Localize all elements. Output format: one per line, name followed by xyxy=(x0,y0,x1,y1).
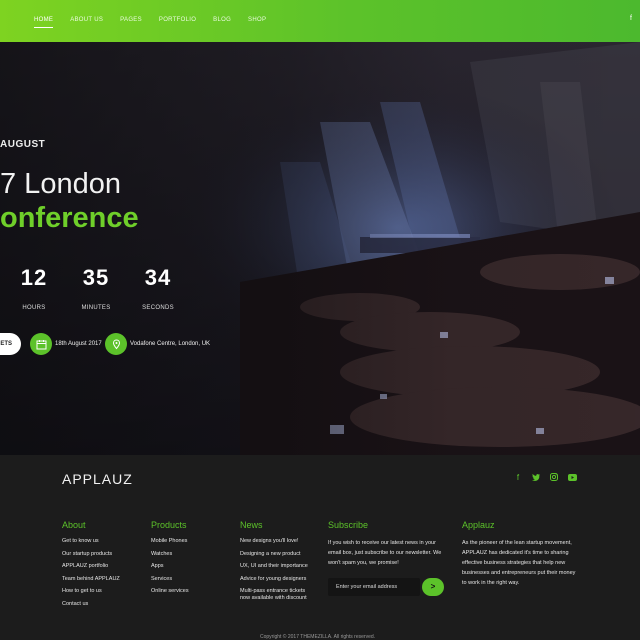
countdown-seconds-value: 34 xyxy=(144,265,172,290)
nav-blog[interactable]: BLOG xyxy=(213,17,231,23)
footer-link[interactable]: Watches xyxy=(151,551,189,557)
nav-shop[interactable]: SHOP xyxy=(248,17,266,23)
footer-social-links: f xyxy=(513,472,577,482)
event-venue: Vodafone Centre, London, UK xyxy=(130,341,211,347)
footer-link[interactable]: Online services xyxy=(151,588,189,594)
venue-icon xyxy=(105,333,127,355)
footer-about-column: About Get to know us Our startup product… xyxy=(62,520,120,614)
copyright-text: Copyright © 2017 THEMEZILLA. All rights … xyxy=(260,634,376,640)
footer-link[interactable]: Team behind APPLAUZ xyxy=(62,576,120,582)
footer-link[interactable]: Our startup products xyxy=(62,551,120,557)
footer-link[interactable]: Mobile Phones xyxy=(151,538,189,544)
countdown-minutes-label: MINUTES xyxy=(81,305,111,311)
countdown-minutes-value: 35 xyxy=(82,265,110,290)
facebook-icon[interactable]: f xyxy=(513,472,523,482)
footer-link[interactable]: How to get to us xyxy=(62,588,120,594)
hero-title-line1: 7 London xyxy=(0,168,121,200)
nav-portfolio[interactable]: PORTFOLIO xyxy=(159,17,196,23)
footer-link[interactable]: Services xyxy=(151,576,189,582)
footer-subscribe-column: Subscribe If you wish to receive our lat… xyxy=(328,520,443,568)
footer-link[interactable]: Contact us xyxy=(62,601,120,607)
news-link[interactable]: Advice for young designers xyxy=(240,576,308,582)
countdown-seconds-label: SECONDS xyxy=(142,305,174,311)
footer-news-heading: News xyxy=(240,520,263,530)
nav-pages[interactable]: PAGES xyxy=(120,17,142,23)
event-date: 18th August 2017 xyxy=(55,341,102,347)
top-navigation-bar: HOME ABOUT US PAGES PORTFOLIO BLOG SHOP … xyxy=(0,0,640,42)
footer-link[interactable]: Get to know us xyxy=(62,538,120,544)
youtube-icon[interactable] xyxy=(567,472,577,482)
footer-news-column: News New designs you'll love! Designing … xyxy=(240,520,308,608)
footer-applauz-heading: Applauz xyxy=(462,520,495,530)
buy-tickets-button[interactable]: ETS xyxy=(0,333,21,355)
footer-about-heading: About xyxy=(62,520,86,530)
facebook-icon[interactable]: f xyxy=(630,15,632,22)
footer-products-heading: Products xyxy=(151,520,187,530)
main-menu: HOME ABOUT US PAGES PORTFOLIO BLOG SHOP xyxy=(34,17,283,28)
countdown-seconds: 34 SECONDS xyxy=(128,265,188,311)
email-field[interactable] xyxy=(328,578,420,596)
countdown-minutes: 35 MINUTES xyxy=(66,265,126,311)
hero-title-line2: onference xyxy=(0,202,139,234)
hero-section: AUGUST 7 London onference 12 HOURS 35 MI… xyxy=(0,42,640,455)
footer-products-column: Products Mobile Phones Watches Apps Serv… xyxy=(151,520,189,601)
site-footer: APPLAUZ f About Get to know us Our start… xyxy=(0,455,640,640)
news-link[interactable]: New designs you'll love! xyxy=(240,538,308,544)
news-link[interactable]: now available with discount xyxy=(240,595,308,601)
event-date-heading: AUGUST xyxy=(0,139,46,150)
applauz-description: As the pioneer of the lean startup movem… xyxy=(462,540,576,586)
subscribe-form: > xyxy=(328,578,444,596)
footer-applauz-column: Applauz As the pioneer of the lean start… xyxy=(462,520,580,588)
news-link[interactable]: Multi-pass entrance tickets xyxy=(240,588,308,594)
countdown-hours: 12 HOURS xyxy=(4,265,64,311)
countdown-hours-label: HOURS xyxy=(22,305,46,311)
instagram-icon[interactable] xyxy=(549,472,559,482)
nav-about-us[interactable]: ABOUT US xyxy=(70,17,103,23)
nav-home[interactable]: HOME xyxy=(34,17,54,28)
footer-logo[interactable]: APPLAUZ xyxy=(62,471,133,487)
footer-subscribe-heading: Subscribe xyxy=(328,520,369,530)
countdown-hours-value: 12 xyxy=(20,265,48,290)
calendar-icon xyxy=(30,333,52,355)
hero-overlay xyxy=(0,42,640,455)
news-link[interactable]: UX, UI and their importance xyxy=(240,563,308,569)
news-link[interactable]: Designing a new product xyxy=(240,551,308,557)
footer-link[interactable]: APPLAUZ portfolio xyxy=(62,563,120,569)
subscribe-button[interactable]: > xyxy=(422,578,444,596)
subscribe-description: If you wish to receive our latest news i… xyxy=(328,540,442,566)
footer-link[interactable]: Apps xyxy=(151,563,189,569)
twitter-icon[interactable] xyxy=(531,472,541,482)
